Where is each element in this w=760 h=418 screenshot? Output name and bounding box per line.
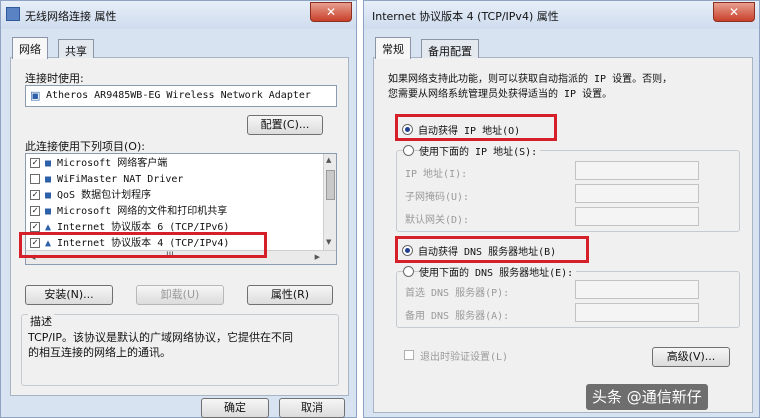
horizontal-scrollbar[interactable]: ◀ III ▶ (26, 250, 336, 264)
auto-ip-radio[interactable] (402, 124, 413, 135)
driver-icon: ■ (45, 174, 52, 185)
validate-label: 退出时验证设置(L) (420, 352, 509, 363)
vertical-scrollbar[interactable]: ▲ ▼ (323, 154, 336, 250)
subnet-mask-field[interactable] (575, 184, 699, 203)
description-label: 描述 (28, 313, 54, 329)
static-dns-group: 使用下面的 DNS 服务器地址(E): 首选 DNS 服务器(P): 备用 DN… (396, 264, 740, 328)
description-text: TCP/IP。该协议是默认的广域网络协议，它提供在不同 (28, 331, 293, 344)
item-label: Internet 协议版本 4 (TCP/IPv4) (57, 238, 230, 249)
manual-ip-radio[interactable] (403, 145, 414, 156)
adapter-name: Atheros AR9485WB-EG Wireless Network Ada… (46, 90, 311, 101)
tab-general[interactable]: 常规 (375, 37, 411, 59)
alternate-dns-label: 备用 DNS 服务器(A): (405, 311, 510, 322)
manual-dns-radio[interactable] (403, 266, 414, 277)
subnet-mask-label: 子网掩码(U): (405, 192, 470, 203)
tab-panel: 常规 备用配置 如果网络支持此功能，则可以获取自动指派的 IP 设置。否则， 您… (373, 37, 753, 413)
tab-alternate-config[interactable]: 备用配置 (421, 39, 479, 58)
item-checkbox[interactable]: ✓ (30, 158, 40, 168)
preferred-dns-label: 首选 DNS 服务器(P): (405, 288, 510, 299)
tab-network[interactable]: 网络 (12, 37, 48, 59)
client-icon: ■ (45, 158, 52, 169)
tab-panel: 网络 共享 连接时使用: ▣ Atheros AR9485WB-EG Wirel… (10, 37, 349, 396)
service-icon: ■ (45, 190, 52, 201)
uninstall-button[interactable]: 卸载(U) (136, 285, 224, 305)
title-bar[interactable]: 无线网络连接 属性 ✕ (1, 1, 356, 29)
item-checkbox[interactable]: ✓ (30, 238, 40, 248)
watermark: 头条 @通信新仔 (586, 384, 708, 410)
adapter-box: ▣ Atheros AR9485WB-EG Wireless Network A… (25, 85, 337, 107)
adapter-icon: ▣ (30, 89, 41, 102)
service-icon: ■ (45, 206, 52, 217)
close-button[interactable]: ✕ (310, 2, 352, 22)
item-checkbox[interactable] (30, 174, 40, 184)
manual-dns-label: 使用下面的 DNS 服务器地址(E): (419, 264, 577, 279)
ipv4-properties-window: Internet 协议版本 4 (TCP/IPv4) 属性 ✕ 常规 备用配置 … (363, 0, 760, 418)
protocol-icon: ▲ (45, 238, 52, 249)
description-text: 的相互连接的网络上的通讯。 (28, 346, 171, 359)
intro-text: 如果网络支持此功能，则可以获取自动指派的 IP 设置。否则， (388, 74, 673, 85)
auto-ip-label: 自动获得 IP 地址(O) (418, 126, 521, 137)
configure-button[interactable]: 配置(C)... (247, 115, 323, 135)
auto-dns-radio[interactable] (402, 245, 413, 256)
title-bar[interactable]: Internet 协议版本 4 (TCP/IPv4) 属性 ✕ (364, 1, 759, 29)
item-checkbox[interactable]: ✓ (30, 222, 40, 232)
tab-sharing[interactable]: 共享 (58, 39, 94, 58)
scroll-up-icon[interactable]: ▲ (326, 156, 331, 164)
window-title: Internet 协议版本 4 (TCP/IPv4) 属性 (372, 10, 559, 23)
scroll-right-icon[interactable]: ▶ (315, 253, 320, 261)
scroll-down-icon[interactable]: ▼ (326, 238, 331, 246)
properties-button[interactable]: 属性(R) (247, 285, 333, 305)
scroll-grip[interactable]: III (166, 251, 174, 261)
gateway-label: 默认网关(D): (405, 215, 470, 226)
intro-text: 您需要从网络系统管理员处获得适当的 IP 设置。 (388, 89, 613, 100)
install-button[interactable]: 安装(N)... (25, 285, 113, 305)
scroll-left-icon[interactable]: ◀ (30, 253, 35, 261)
item-label: Microsoft 网络的文件和打印机共享 (57, 206, 228, 217)
network-icon (6, 7, 20, 21)
cancel-button[interactable]: 取消 (279, 398, 345, 418)
window-title: 无线网络连接 属性 (25, 10, 117, 23)
gateway-field[interactable] (575, 207, 699, 226)
auto-dns-label: 自动获得 DNS 服务器地址(B) (418, 247, 557, 258)
preferred-dns-field[interactable] (575, 280, 699, 299)
adapter-properties-window: 无线网络连接 属性 ✕ 网络 共享 连接时使用: ▣ Atheros AR948… (0, 0, 357, 418)
item-checkbox[interactable]: ✓ (30, 206, 40, 216)
ok-button[interactable]: 确定 (201, 398, 269, 418)
item-checkbox[interactable]: ✓ (30, 190, 40, 200)
ip-address-field[interactable] (575, 161, 699, 180)
items-label: 此连接使用下列项目(O): (25, 140, 145, 153)
protocol-icon: ▲ (45, 222, 52, 233)
alternate-dns-field[interactable] (575, 303, 699, 322)
manual-ip-label: 使用下面的 IP 地址(S): (419, 143, 541, 158)
item-label: Microsoft 网络客户端 (57, 158, 168, 169)
connect-using-label: 连接时使用: (25, 72, 84, 85)
item-label: WiFiMaster NAT Driver (57, 174, 184, 185)
static-ip-group: 使用下面的 IP 地址(S): IP 地址(I): 子网掩码(U): 默认网关(… (396, 143, 740, 232)
ip-address-label: IP 地址(I): (405, 169, 468, 180)
validate-checkbox[interactable] (404, 350, 414, 360)
advanced-button[interactable]: 高级(V)... (652, 347, 730, 367)
item-label: QoS 数据包计划程序 (57, 190, 152, 201)
scroll-thumb[interactable] (326, 170, 335, 200)
description-group: 描述 TCP/IP。该协议是默认的广域网络协议，它提供在不同 的相互连接的网络上… (21, 313, 339, 386)
item-label: Internet 协议版本 6 (TCP/IPv6) (57, 222, 230, 233)
items-list: ✓ ■ Microsoft 网络客户端 ■ WiFiMaster NAT Dri… (25, 153, 337, 265)
close-button[interactable]: ✕ (713, 2, 755, 22)
